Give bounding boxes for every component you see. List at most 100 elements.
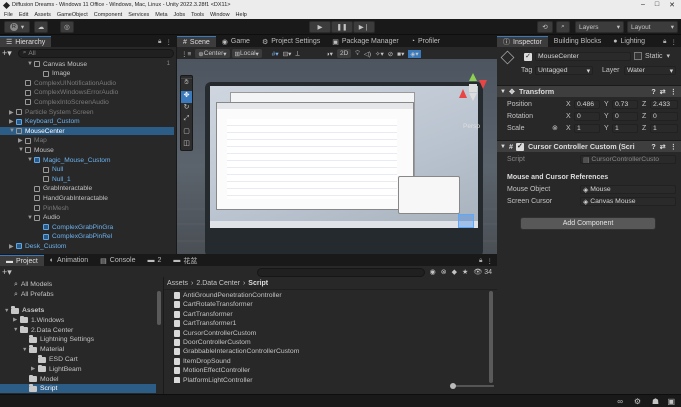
tab-hierarchy[interactable]: ☰ Hierarchy	[0, 36, 52, 47]
cache-server-icon[interactable]: ∞	[617, 397, 623, 406]
favorite-item[interactable]: ⌕ All Prefabs	[14, 290, 54, 299]
rotate-tool-icon[interactable]: ↻	[181, 103, 192, 115]
foldout-arrow-icon[interactable]: ▼	[13, 327, 20, 333]
scene-viewport[interactable]: ✋︎ ✥ ↻ ⤢ ▢ ◫ Persp	[177, 59, 497, 254]
file-list-scrollbar[interactable]	[489, 291, 493, 383]
active-checkbox[interactable]: ✓	[524, 53, 532, 61]
cursor-controller-header[interactable]: ▼ # ✓ Cursor Controller Custom (Scri ? ⇄…	[497, 140, 681, 152]
hierarchy-item[interactable]: ▼ Mouse	[0, 146, 174, 154]
script-file-item[interactable]: AntiGroundPenetrationController	[174, 291, 282, 300]
collab-button[interactable]: ◎	[60, 21, 74, 33]
hierarchy-item[interactable]: Null_1	[0, 175, 174, 183]
folder-tree-item[interactable]: ESD Cart	[0, 355, 156, 364]
mouse-object-field[interactable]: ◈ Mouse	[580, 185, 676, 194]
add-component-button[interactable]: Add Component	[520, 217, 656, 230]
breadcrumb-data-center[interactable]: 2.Data Center	[196, 280, 240, 287]
hierarchy-item[interactable]: ComplexUINotificationAudio	[0, 79, 174, 87]
play-button[interactable]: ▶	[309, 21, 331, 33]
menu-gameobject[interactable]: GameObject	[57, 12, 88, 18]
icon-size-slider[interactable]	[450, 383, 494, 389]
tab-inspector[interactable]: ⓘ Inspector	[497, 36, 548, 47]
search-by-label-icon[interactable]: ⊗	[441, 268, 447, 276]
scale-z-field[interactable]: 1	[650, 124, 678, 133]
2d-toggle[interactable]: 2D	[336, 49, 352, 58]
slider-handle[interactable]	[450, 383, 456, 389]
scale-y-field[interactable]: 1	[612, 124, 638, 133]
hidden-packages-icon[interactable]: 👁︎	[473, 268, 482, 276]
transform-tool-icon[interactable]: ◫	[181, 139, 192, 151]
position-y-field[interactable]: 0.73	[612, 100, 638, 109]
foldout-arrow-icon[interactable]: ▼	[4, 308, 11, 314]
lighting-icon[interactable]: 💡︎	[355, 50, 360, 58]
script-file-item[interactable]: CartRotateTransformer	[174, 300, 253, 309]
tab-scene[interactable]: # Scene	[177, 36, 216, 47]
search-button[interactable]: ⌕	[556, 21, 570, 33]
kebab-menu-icon[interactable]: ⋮	[670, 87, 677, 96]
rect-tool-icon[interactable]: ▢	[181, 127, 192, 139]
foldout-arrow-icon[interactable]: ▼	[22, 347, 29, 353]
help-icon[interactable]: ?	[651, 87, 655, 96]
orientation-gizmo[interactable]	[453, 67, 493, 117]
menu-edit[interactable]: Edit	[19, 12, 28, 18]
lock-icon[interactable]: 🔒︎	[158, 38, 161, 46]
folder-tree-item[interactable]: ▼ Assets	[0, 306, 156, 315]
tab-flowerpot[interactable]: ▬ 花盆	[167, 255, 203, 266]
hierarchy-item[interactable]: ▼ MouseCenter	[0, 127, 174, 136]
hierarchy-search-input[interactable]: ⌕ All	[17, 48, 174, 58]
breadcrumb-script[interactable]: Script	[248, 280, 268, 287]
hand-tool-icon[interactable]: ✋︎	[181, 79, 192, 91]
hierarchy-item[interactable]: ComplexIntoScreenAudio	[0, 98, 174, 106]
foldout-arrow-icon[interactable]: ▼	[18, 147, 25, 153]
hierarchy-item[interactable]: Image	[0, 70, 174, 78]
tab-project[interactable]: ▬ Project	[0, 255, 44, 266]
foldout-arrow-icon[interactable]: ▶	[9, 243, 16, 250]
script-file-item[interactable]: CursorControllerCustom	[174, 329, 256, 338]
undo-history-button[interactable]: ⟲	[537, 21, 553, 33]
layers-dropdown[interactable]: Layers ▾	[575, 21, 624, 33]
tab-profiler[interactable]: ◔ Profiler	[405, 36, 446, 47]
hierarchy-item[interactable]: PinMesh	[0, 204, 174, 212]
project-search-input[interactable]	[256, 267, 425, 277]
minimize-button[interactable]: –	[641, 1, 645, 9]
hierarchy-item[interactable]: ▼ Canvas Mouse 1	[0, 60, 174, 68]
folder-tree-item[interactable]: ▶ 1.Windows	[0, 315, 156, 325]
rotation-z-field[interactable]: 0	[650, 112, 678, 121]
script-file-item[interactable]: GrabbableInteractionControllerCustom	[174, 347, 299, 356]
layer-dropdown[interactable]: Water ▾	[624, 66, 676, 75]
hierarchy-item[interactable]: ▶ Desk_Custom	[0, 242, 174, 250]
space-dropdown[interactable]: ⊞ Local ▾	[231, 49, 262, 58]
monitor-screen[interactable]	[210, 86, 478, 228]
tab-lighting[interactable]: ● Lighting	[607, 36, 651, 47]
menu-window[interactable]: Window	[210, 12, 230, 18]
grid-snap-icon[interactable]: #▾	[272, 50, 279, 58]
label-icon[interactable]: ◆	[452, 268, 457, 276]
menu-component[interactable]: Component	[94, 12, 122, 18]
script-file-item[interactable]: CartTransformer1	[174, 319, 236, 328]
hierarchy-item[interactable]: ComplexWindowsErrorAudio	[0, 89, 174, 97]
hierarchy-item[interactable]: Null	[0, 166, 174, 174]
foldout-arrow-icon[interactable]: ▼	[9, 128, 16, 134]
tab-building-blocks[interactable]: Building Blocks	[548, 36, 607, 47]
cloud-button[interactable]: ☁	[34, 21, 48, 33]
constrain-proportions-icon[interactable]: ⊗	[552, 124, 558, 132]
tools-icon[interactable]: ⋮≡	[181, 50, 191, 58]
script-file-item[interactable]: CartTransformer	[174, 310, 233, 319]
account-button[interactable]: R ▾	[4, 21, 30, 33]
progress-icon[interactable]: ⚙	[634, 397, 641, 406]
hidden-objects-icon[interactable]: ⊘	[388, 50, 393, 58]
snap-icon[interactable]: ⊟▾	[283, 50, 292, 58]
preset-icon[interactable]: ⇄	[660, 87, 666, 96]
monitor-model[interactable]	[205, 82, 483, 254]
position-z-field[interactable]: 2.433	[650, 100, 678, 109]
hierarchy-item[interactable]: ComplexGrabPinGra	[0, 223, 174, 231]
kebab-menu-icon[interactable]: ⋮	[671, 38, 678, 46]
folder-tree-item[interactable]: ▼ Material	[0, 345, 156, 354]
pause-button[interactable]: ❚❚	[331, 21, 353, 33]
breadcrumb-assets[interactable]: Assets	[167, 280, 188, 287]
foldout-arrow-icon[interactable]: ▼	[27, 61, 34, 67]
folder-tree-item[interactable]: Model	[0, 374, 156, 384]
lock-icon[interactable]: 🔒︎	[663, 38, 666, 46]
foldout-arrow-icon[interactable]: ▶	[9, 118, 16, 125]
folder-tree-item[interactable]: ▼ 2.Data Center	[0, 325, 156, 335]
script-file-item[interactable]: ItemDropSound	[174, 357, 231, 366]
